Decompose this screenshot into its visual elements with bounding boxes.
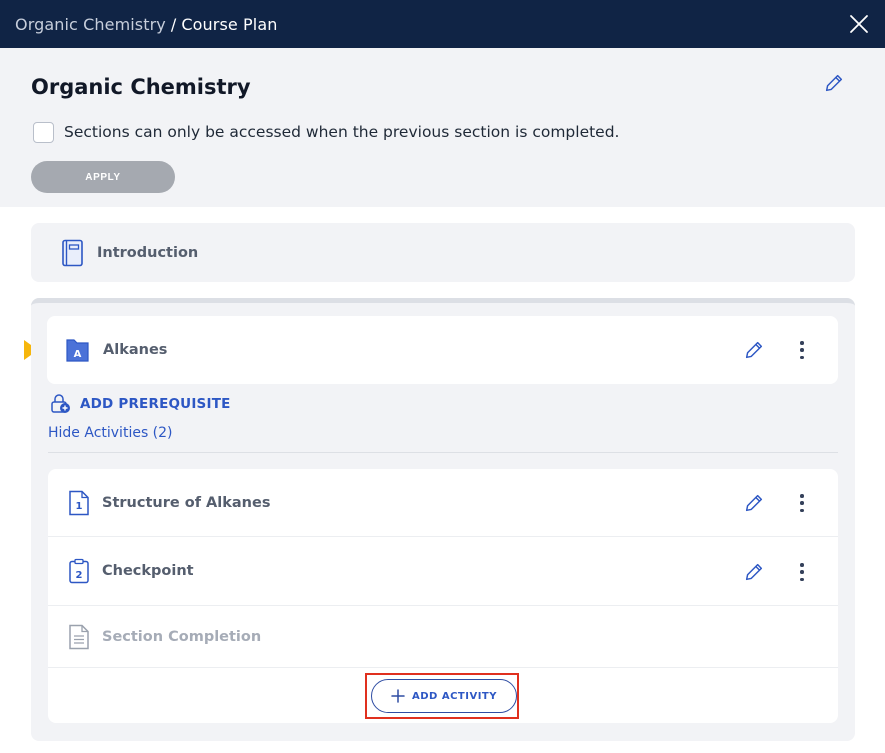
add-prerequisite-label: ADD PREREQUISITE (80, 396, 231, 412)
svg-text:2: 2 (76, 570, 83, 581)
activity-row[interactable]: 1 Structure of Alkanes (48, 469, 838, 537)
lock-add-icon (51, 394, 70, 413)
document-numbered-icon: 1 (69, 490, 89, 515)
book-icon (62, 239, 83, 266)
apply-button[interactable]: APPLY (31, 161, 175, 193)
section-alkanes[interactable]: A Alkanes (47, 316, 838, 384)
hide-activities-link[interactable]: Hide Activities (2) (48, 425, 173, 441)
activity-label: Structure of Alkanes (102, 494, 271, 511)
activity-label: Section Completion (102, 628, 262, 645)
section-badge: A (74, 349, 82, 360)
top-bar: Organic Chemistry / Course Plan (0, 0, 885, 48)
edit-pencil-icon[interactable] (743, 492, 765, 514)
sequential-access-label: Sections can only be accessed when the p… (64, 123, 620, 141)
edit-pencil-icon[interactable] (743, 561, 765, 583)
edit-pencil-icon[interactable] (743, 339, 765, 361)
edit-pencil-icon[interactable] (823, 72, 845, 94)
page-title: Organic Chemistry (31, 75, 251, 99)
breadcrumb-separator: / (170, 14, 177, 34)
course-header: Organic Chemistry Sections can only be a… (0, 48, 885, 207)
add-activity-button[interactable]: ADD ACTIVITY (371, 679, 517, 713)
breadcrumb: Organic Chemistry / Course Plan (15, 15, 277, 34)
more-options-icon[interactable] (798, 493, 806, 513)
close-icon[interactable] (849, 14, 869, 34)
section-folder-icon: A (66, 339, 89, 362)
divider (48, 452, 838, 453)
add-prerequisite-button[interactable]: ADD PREREQUISITE (50, 394, 231, 414)
breadcrumb-parent[interactable]: Organic Chemistry (15, 15, 166, 34)
breadcrumb-current: Course Plan (181, 14, 278, 34)
sequential-access-checkbox[interactable] (33, 122, 54, 143)
activity-label: Checkpoint (102, 563, 194, 579)
section-alkanes-label: Alkanes (103, 342, 168, 358)
add-activity-label: ADD ACTIVITY (412, 690, 497, 702)
activity-row: Section Completion (48, 606, 838, 668)
section-introduction[interactable]: Introduction (31, 223, 855, 282)
more-options-icon[interactable] (798, 562, 806, 582)
plus-icon (391, 689, 405, 703)
svg-text:1: 1 (76, 501, 83, 512)
more-options-icon[interactable] (798, 340, 806, 360)
activity-row[interactable]: 2 Checkpoint (48, 537, 838, 606)
section-introduction-label: Introduction (97, 244, 199, 261)
clipboard-numbered-icon: 2 (69, 558, 89, 584)
document-lines-icon (69, 624, 89, 649)
